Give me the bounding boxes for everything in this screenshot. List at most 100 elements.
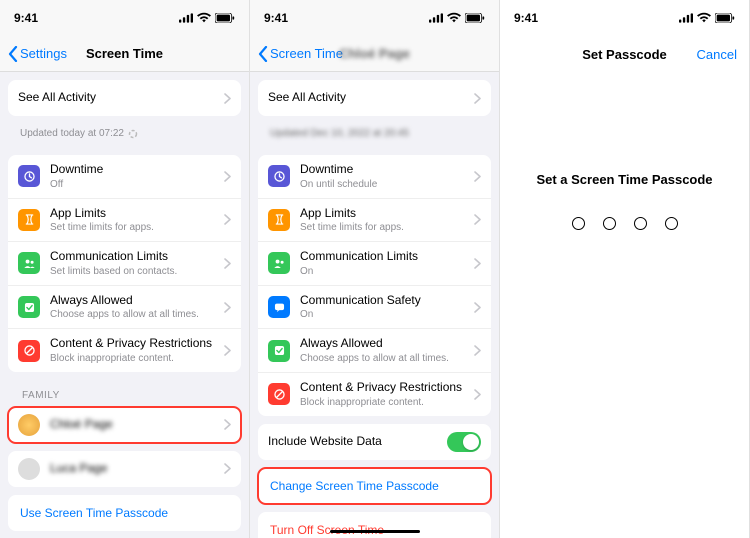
back-label: Settings [20,46,67,61]
downtime-icon [268,165,290,187]
see-all-label: See All Activity [268,90,474,106]
phone-child-screen-time: 9:41 Screen Time Chloé Page See All Acti… [250,0,500,538]
chevron-right-icon [474,258,481,269]
family-member-1[interactable]: Chloé Page [8,407,241,443]
passcode-group: Use Screen Time Passcode [8,495,241,531]
chevron-right-icon [474,302,481,313]
include-website-data-row[interactable]: Include Website Data [258,424,491,460]
turn-off-button[interactable]: Turn Off Screen Time [258,512,491,538]
passcode-dot [634,217,647,230]
change-passcode-button[interactable]: Change Screen Time Passcode [258,468,491,504]
always-allowed-row[interactable]: Always AllowedChoose apps to allow at al… [8,286,241,330]
see-all-activity[interactable]: See All Activity [258,80,491,116]
status-time: 9:41 [14,11,38,25]
signal-icon [679,11,693,25]
signal-icon [179,11,193,25]
status-time: 9:41 [514,11,538,25]
wifi-icon [447,11,461,25]
chevron-right-icon [474,93,481,104]
chevron-right-icon [224,463,231,474]
status-time: 9:41 [264,11,288,25]
cancel-button[interactable]: Cancel [697,47,737,62]
comm-limits-row[interactable]: Communication LimitsSet limits based on … [8,242,241,286]
avatar [18,458,40,480]
turnoff-group: Turn Off Screen Time [258,512,491,538]
activity-group: See All Activity [8,80,241,116]
row-sub: Block inappropriate content. [300,396,474,409]
always-allowed-row[interactable]: Always AllowedChoose apps to allow at al… [258,329,491,373]
family-member-2[interactable]: Luca Page [8,451,241,487]
home-indicator[interactable] [330,530,420,534]
row-label: Always Allowed [300,336,474,352]
chevron-right-icon [224,214,231,225]
passcode-dot [665,217,678,230]
nav-title: Set Passcode [582,47,667,62]
wifi-icon [197,11,211,25]
back-button[interactable]: Settings [8,46,67,62]
signal-icon [429,11,443,25]
applimits-row[interactable]: App LimitsSet time limits for apps. [258,199,491,243]
content-privacy-row[interactable]: Content & Privacy RestrictionsBlock inap… [258,373,491,416]
row-sub: Block inappropriate content. [50,352,224,365]
passcode-dot [603,217,616,230]
updated-text: Updated today at 07:22 [8,124,241,147]
comm-safety-row[interactable]: Communication SafetyOn [258,286,491,330]
chevron-right-icon [474,214,481,225]
row-label: App Limits [50,206,224,222]
downtime-icon [18,165,40,187]
people-icon [268,252,290,274]
row-label: Communication Safety [300,293,474,309]
status-icons [679,11,735,25]
row-sub: On [300,265,474,278]
family-name: Chloé Page [50,417,224,433]
row-sub: Set limits based on contacts. [50,265,224,278]
status-bar: 9:41 [500,0,749,36]
spinner-icon [128,129,138,139]
downtime-row[interactable]: DowntimeOff [8,155,241,199]
status-icons [429,11,485,25]
change-passcode-group: Change Screen Time Passcode [258,468,491,504]
nav-bar: Settings Screen Time [0,36,249,72]
row-label: Content & Privacy Restrictions [50,336,224,352]
row-label: Downtime [50,162,224,178]
updated-text: Updated Dec 10, 2022 at 20:45 [258,124,491,147]
row-sub: On [300,308,474,321]
row-label: Content & Privacy Restrictions [300,380,474,396]
phone-screen-time: 9:41 Settings Screen Time See All Activi… [0,0,250,538]
chevron-right-icon [224,171,231,182]
check-icon [18,296,40,318]
back-label: Screen Time [270,46,343,61]
comm-limits-row[interactable]: Communication LimitsOn [258,242,491,286]
hourglass-icon [18,209,40,231]
see-all-activity[interactable]: See All Activity [8,80,241,116]
row-sub: Choose apps to allow at all times. [300,352,474,365]
applimits-row[interactable]: App LimitsSet time limits for apps. [8,199,241,243]
battery-icon [215,13,235,23]
limits-group: DowntimeOn until schedule App LimitsSet … [258,155,491,416]
passcode-area: Set a Screen Time Passcode [500,72,749,538]
limits-group: DowntimeOff App LimitsSet time limits fo… [8,155,241,372]
row-label: App Limits [300,206,474,222]
content-privacy-row[interactable]: Content & Privacy RestrictionsBlock inap… [8,329,241,372]
row-label: Communication Limits [50,249,224,265]
passcode-prompt: Set a Screen Time Passcode [500,172,749,187]
chevron-right-icon [474,389,481,400]
chevron-right-icon [224,345,231,356]
chevron-right-icon [474,171,481,182]
nav-title: Screen Time [86,46,163,61]
chevron-left-icon [258,46,268,62]
bubble-icon [268,296,290,318]
chevron-right-icon [224,302,231,313]
avatar [18,414,40,436]
chevron-right-icon [224,258,231,269]
website-toggle[interactable] [447,432,481,452]
nav-bar: Set Passcode Cancel [500,36,749,72]
downtime-row[interactable]: DowntimeOn until schedule [258,155,491,199]
row-label: Downtime [300,162,474,178]
row-label: Communication Limits [300,249,474,265]
back-button[interactable]: Screen Time [258,46,343,62]
chevron-right-icon [224,93,231,104]
wifi-icon [697,11,711,25]
nav-bar: Screen Time Chloé Page [250,36,499,72]
use-passcode-button[interactable]: Use Screen Time Passcode [8,495,241,531]
